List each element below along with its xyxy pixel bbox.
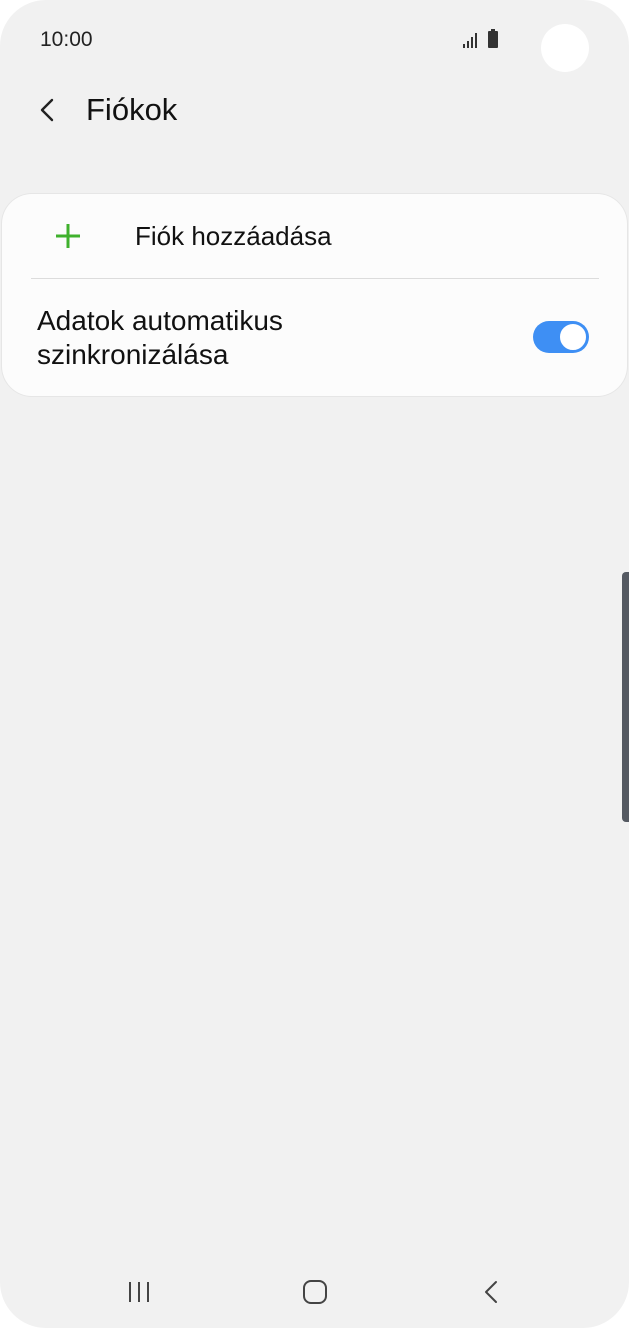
plus-icon (54, 222, 82, 250)
auto-sync-label: Adatok automatikus szinkronizálása (37, 305, 283, 370)
status-time: 10:00 (40, 28, 93, 51)
battery-icon (487, 29, 499, 49)
chevron-left-icon[interactable] (28, 90, 68, 130)
home-button[interactable] (285, 1270, 345, 1314)
phone-screen: 10:00 Fiókok Fiók hozzáadása Adatok auto… (0, 0, 629, 1328)
auto-sync-row[interactable]: Adatok automatikus szinkronizálása (2, 279, 627, 396)
status-bar: 10:00 (0, 0, 629, 80)
signal-icon (462, 31, 480, 49)
back-button[interactable] (460, 1270, 520, 1314)
toggle-knob (558, 322, 588, 352)
page-title: Fiókok (86, 92, 178, 127)
add-account-button[interactable]: Fiók hozzáadása (2, 194, 627, 278)
scrollbar[interactable] (622, 572, 629, 822)
add-account-label: Fiók hozzáadása (135, 221, 332, 251)
navigation-bar (0, 1252, 629, 1328)
accounts-card: Fiók hozzáadása Adatok automatikus szink… (2, 194, 627, 396)
app-header: Fiókok (0, 80, 629, 140)
auto-sync-toggle[interactable] (533, 321, 589, 353)
camera-cutout (541, 24, 589, 72)
recent-apps-button[interactable] (110, 1270, 170, 1314)
